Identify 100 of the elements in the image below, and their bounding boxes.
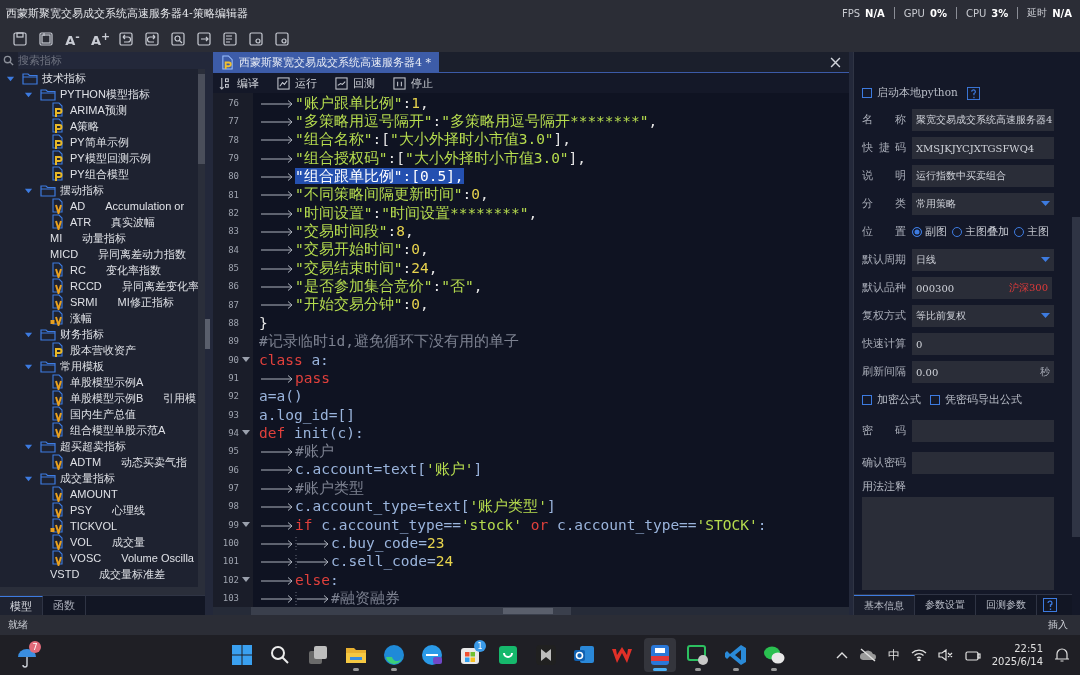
tree-item[interactable]: TICKVOL bbox=[70, 520, 118, 532]
tree-item[interactable]: 单股模型示例A bbox=[70, 374, 144, 390]
dropdown[interactable]: 常用策略 bbox=[912, 193, 1054, 215]
input-field[interactable]: 聚宽交易成交系统高速服务器4 bbox=[912, 109, 1054, 131]
tree-item[interactable]: 技术指标 bbox=[42, 70, 86, 86]
symbol-field[interactable]: 000300 沪深300 bbox=[912, 277, 1052, 299]
line-number: 91 bbox=[227, 371, 239, 385]
tree-item[interactable]: SRMI bbox=[70, 296, 98, 308]
stat-label: 延时 bbox=[1027, 6, 1048, 20]
field-label: 快捷码 bbox=[862, 141, 906, 155]
panel-tab[interactable]: 模型 bbox=[0, 596, 43, 615]
line-number: 93 bbox=[227, 408, 239, 422]
tree-item[interactable]: PY简单示例 bbox=[70, 134, 129, 150]
code-line: } bbox=[258, 315, 268, 332]
notification-badge: 1 bbox=[474, 640, 486, 652]
tree-item[interactable]: ATR bbox=[70, 216, 92, 228]
tree-item[interactable]: MI bbox=[50, 232, 63, 244]
search-field[interactable]: 搜索指标 bbox=[18, 52, 205, 69]
tree-item[interactable]: ARIMA预测 bbox=[70, 102, 127, 118]
tree-item[interactable]: PY模型回测示例 bbox=[70, 150, 151, 166]
tree-item[interactable]: RCCD bbox=[70, 280, 102, 292]
field-label: 用法注释 bbox=[862, 480, 907, 494]
tree-item-description: 引用模 bbox=[163, 390, 197, 406]
notification-badge: 7 bbox=[29, 641, 41, 653]
field-label: 名称 bbox=[862, 113, 906, 127]
field-label: 说明 bbox=[862, 169, 906, 183]
toolbar-button[interactable]: 停止 bbox=[393, 75, 433, 91]
tree-item-description: 变化率指数 bbox=[105, 262, 161, 278]
toolbar-button[interactable]: 运行 bbox=[277, 75, 317, 91]
tree-item[interactable]: 财务指标 bbox=[60, 326, 104, 342]
tree-item-description: 动量指标 bbox=[82, 230, 127, 246]
input-field[interactable]: 0 bbox=[912, 333, 1054, 355]
tree-item[interactable]: 摆动指标 bbox=[60, 182, 104, 198]
code-line: "组合跟单比例":[0.5], bbox=[253, 167, 464, 186]
tree-item[interactable]: 超买超卖指标 bbox=[60, 438, 126, 454]
unit-label: 秒 bbox=[1040, 365, 1050, 379]
input-method-indicator[interactable]: 中 bbox=[887, 646, 900, 664]
field-label: 快速计算 bbox=[862, 337, 906, 351]
code-line: "组合名称":["大小外择时小市值3.0"], bbox=[253, 130, 572, 150]
tree-item-description: 成交量 bbox=[112, 534, 145, 550]
checkbox-label: 启动本地python bbox=[877, 86, 958, 100]
tree-item[interactable]: ADTM bbox=[70, 456, 102, 468]
tree-item[interactable]: PYTHON模型指标 bbox=[60, 86, 150, 102]
panel-tab[interactable]: 基本信息 bbox=[854, 595, 915, 615]
checkbox-label: 加密公式 bbox=[877, 393, 921, 407]
line-number: 80 bbox=[227, 170, 239, 184]
tree-item[interactable]: AMOUNT bbox=[70, 488, 118, 500]
tree-item[interactable]: 成交量指标 bbox=[60, 470, 115, 486]
tree-item-description: 心理线 bbox=[112, 502, 145, 518]
input-field[interactable]: XMSJKJYCJXTGSFWQ4 bbox=[912, 137, 1054, 159]
radio-label: 主图 bbox=[1027, 225, 1049, 239]
tree-item-description: Volume Oscilla bbox=[121, 552, 194, 564]
stat-label: FPS bbox=[841, 7, 861, 19]
code-line: "交易开始时间":0, bbox=[253, 240, 429, 260]
tree-item[interactable]: VSTD bbox=[50, 568, 80, 580]
stat-value: 0% bbox=[929, 7, 947, 19]
tree-item[interactable]: 股本营收资产 bbox=[70, 342, 136, 358]
tree-item[interactable]: AD bbox=[70, 200, 86, 212]
tree-item[interactable]: 涨幅 bbox=[70, 310, 92, 326]
tree-item[interactable]: 组合模型单股示范A bbox=[70, 422, 166, 438]
code-line: c.account=text['账户'] bbox=[253, 460, 483, 480]
line-number: 103 bbox=[221, 591, 239, 605]
input-field[interactable]: 0.00 秒 bbox=[912, 361, 1054, 383]
line-number: 99 bbox=[227, 518, 239, 532]
tree-item[interactable]: VOSC bbox=[70, 552, 102, 564]
editor-tab[interactable]: 西蒙斯聚宽交易成交系统高速服务器4 * bbox=[213, 52, 439, 72]
tree-item[interactable]: PSY bbox=[70, 504, 92, 516]
font-size-button[interactable]: A$^{-}$ bbox=[64, 29, 81, 49]
radio-label: 主图叠加 bbox=[965, 225, 1009, 239]
line-number: 82 bbox=[227, 206, 239, 220]
font-size-button[interactable]: A$^{+}$ bbox=[91, 29, 108, 49]
line-number: 77 bbox=[227, 115, 239, 129]
code-line: c.sell_code=24 bbox=[253, 553, 454, 570]
line-number: 78 bbox=[227, 133, 239, 147]
tree-item[interactable]: RC bbox=[70, 264, 86, 276]
dropdown[interactable]: 等比前复权 bbox=[912, 305, 1054, 327]
line-number: 96 bbox=[227, 463, 239, 477]
clock-date[interactable]: 2025/6/14 bbox=[991, 655, 1043, 668]
tree-item[interactable]: 国内生产总值 bbox=[70, 406, 136, 422]
clock-time[interactable]: 22:51 bbox=[1014, 642, 1043, 655]
tree-item[interactable]: MICD bbox=[50, 248, 79, 260]
stat-value: N/A bbox=[1052, 7, 1072, 19]
code-line: "账户跟单比例":1, bbox=[253, 93, 429, 113]
field-label: 默认周期 bbox=[862, 253, 906, 267]
tree-item-description: 真实波幅 bbox=[111, 214, 156, 230]
toolbar-button[interactable]: 编译 bbox=[219, 75, 259, 91]
dropdown[interactable]: 日线 bbox=[912, 249, 1054, 271]
field-label: 刷新间隔 bbox=[862, 365, 906, 379]
radio-label: 副图 bbox=[925, 225, 947, 239]
tree-item[interactable]: 单股模型示例B bbox=[70, 390, 144, 406]
tree-item[interactable]: 常用模板 bbox=[60, 358, 104, 374]
tree-item[interactable]: A策略 bbox=[70, 118, 100, 134]
line-number: 87 bbox=[227, 298, 239, 312]
tree-item[interactable]: VOL bbox=[70, 536, 92, 548]
stat-label: CPU bbox=[965, 7, 987, 19]
toolbar-button[interactable]: 回测 bbox=[335, 75, 375, 91]
input-field[interactable]: 运行指数中买卖组合 bbox=[912, 165, 1054, 187]
line-number: 92 bbox=[227, 390, 239, 404]
tree-item-description: 异同离差动力指数 bbox=[98, 246, 187, 262]
tree-item[interactable]: PY组合模型 bbox=[70, 166, 129, 182]
